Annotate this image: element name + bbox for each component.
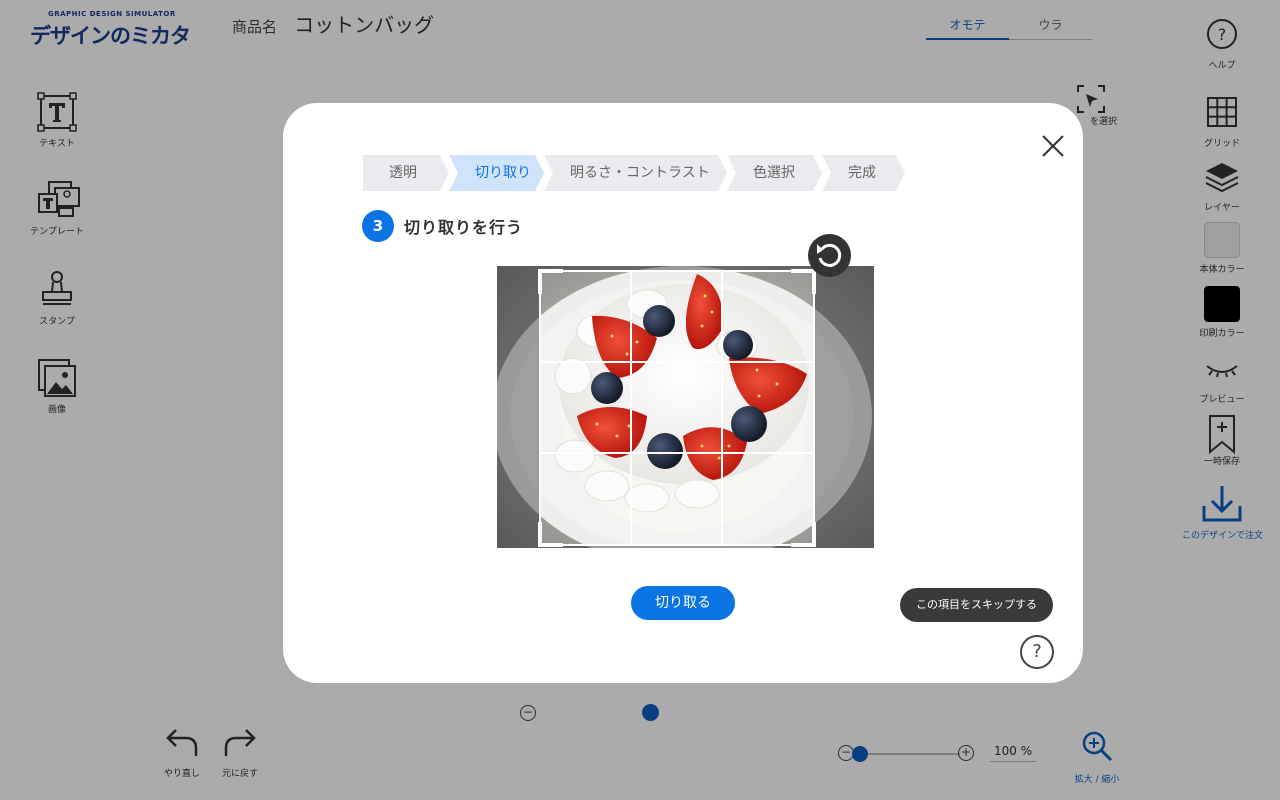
step-complete[interactable]: 完成 — [822, 155, 905, 191]
crop-area[interactable] — [492, 266, 874, 566]
cake-photo — [492, 266, 874, 566]
rotate-reset-button[interactable] — [808, 234, 851, 277]
crop-button[interactable]: 切り取る — [631, 586, 735, 620]
step-transparent[interactable]: 透明 — [363, 155, 449, 191]
modal-help-button[interactable]: ? — [1020, 635, 1054, 669]
step-crop[interactable]: 切り取り — [449, 155, 544, 191]
step-color-select[interactable]: 色選択 — [727, 155, 822, 191]
image-edit-modal: 透明 切り取り 明るさ・コントラスト 色選択 完成 3 切り取りを行う 切り取る… — [283, 103, 1083, 683]
step-title: 切り取りを行う — [404, 218, 524, 237]
skip-step-button[interactable]: この項目をスキップする — [900, 588, 1053, 622]
rotate-reset-icon — [817, 243, 842, 267]
step-progress: 透明 切り取り 明るさ・コントラスト 色選択 完成 — [363, 155, 908, 191]
close-icon — [1042, 135, 1064, 157]
step-heading: 3 切り取りを行う — [362, 210, 523, 242]
close-button[interactable] — [1039, 132, 1067, 160]
step-number-badge: 3 — [362, 210, 394, 242]
step-brightness-contrast[interactable]: 明るさ・コントラスト — [544, 155, 727, 191]
